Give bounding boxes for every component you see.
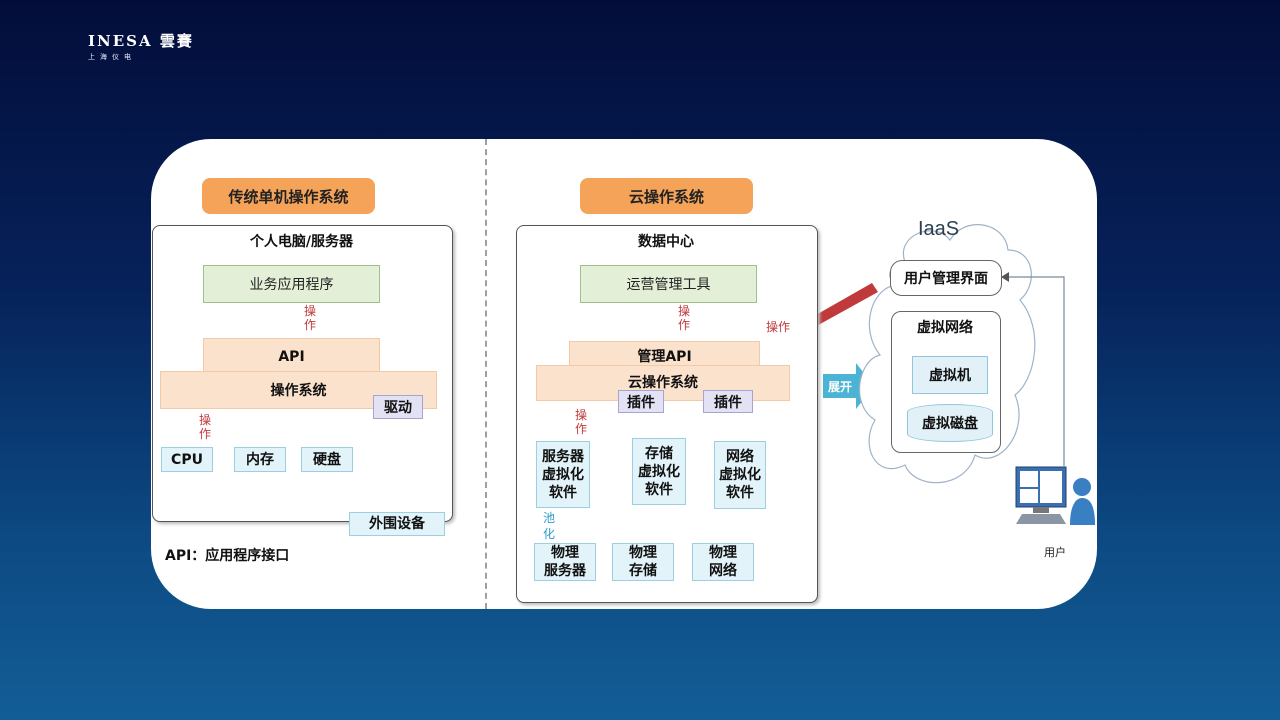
expand-label: 展开 xyxy=(828,380,853,394)
mid-op-label-1: 操作 xyxy=(677,304,690,332)
disk-box: 硬盘 xyxy=(301,447,353,472)
user-label: 用户 xyxy=(1044,546,1066,559)
left-op-label-1: 操作 xyxy=(303,304,316,332)
pooling-label: 池化 xyxy=(542,511,555,541)
cloud-os-pill: 云操作系统 xyxy=(580,178,753,214)
datacenter-title: 数据中心 xyxy=(638,234,694,250)
left-op-label-2: 操作 xyxy=(198,413,211,441)
vm-box: 虚拟机 xyxy=(912,356,988,394)
peripheral-box: 外围设备 xyxy=(349,512,445,536)
phys-network-box: 物理 网络 xyxy=(692,543,754,581)
user-icon xyxy=(1015,466,1095,525)
storage-virt-box: 存储 虚拟化 软件 xyxy=(632,438,686,505)
business-app-box: 业务应用程序 xyxy=(203,265,380,303)
plugin-storage: 插件 xyxy=(618,390,664,413)
plugin-network: 插件 xyxy=(703,390,753,413)
network-virt-box: 网络 虚拟化 软件 xyxy=(714,441,766,509)
driver-box: 驱动 xyxy=(373,395,423,419)
ops-tool-box: 运营管理工具 xyxy=(580,265,757,303)
memory-box: 内存 xyxy=(234,447,286,472)
virtual-network-title: 虚拟网络 xyxy=(917,320,973,336)
iaas-label: IaaS xyxy=(918,218,960,240)
pc-server-title: 个人电脑/服务器 xyxy=(249,234,354,250)
mid-op-label-2: 操作 xyxy=(574,408,587,436)
cpu-box: CPU xyxy=(161,447,213,472)
user-op-label: 操作 xyxy=(766,320,791,334)
phys-server-box: 物理 服务器 xyxy=(534,543,596,581)
server-virt-box: 服务器 虚拟化 软件 xyxy=(536,441,590,508)
api-footnote: API：应用程序接口 xyxy=(165,548,290,564)
phys-storage-box: 物理 存储 xyxy=(612,543,674,581)
virtual-disk-box: 虚拟磁盘 xyxy=(907,404,993,442)
user-mgmt-ui-box: 用户管理界面 xyxy=(890,260,1002,296)
traditional-os-pill: 传统单机操作系统 xyxy=(202,178,375,214)
